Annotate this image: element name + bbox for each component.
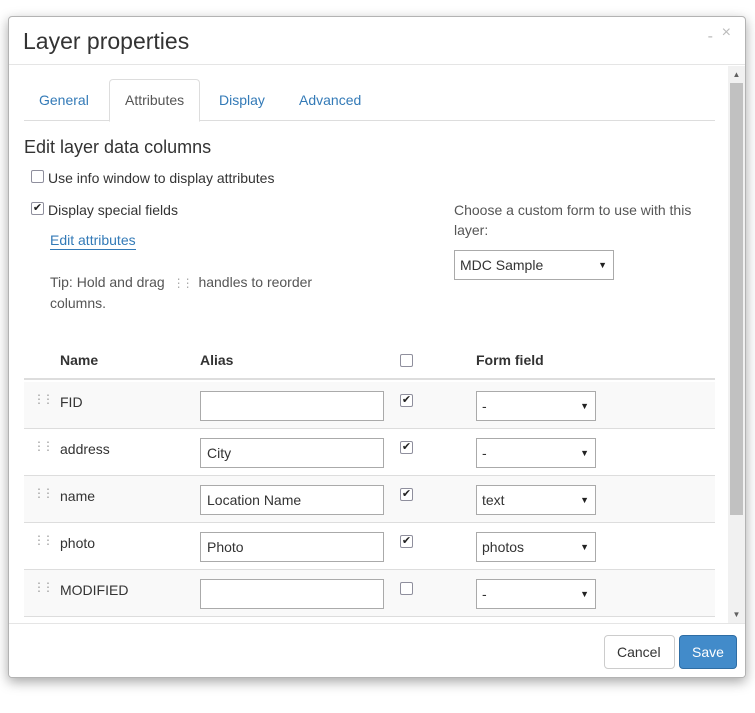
chevron-down-icon: ▼	[580, 401, 589, 411]
form-field-value: -	[482, 398, 487, 414]
custom-form-select[interactable]: MDC Sample ▼	[454, 250, 614, 280]
tab-bar: General Attributes Display Advanced	[24, 79, 715, 122]
drag-handle-icon[interactable]: ⋮⋮	[33, 487, 54, 499]
edit-attributes-link[interactable]: Edit attributes	[50, 232, 136, 250]
tab-attributes[interactable]: Attributes	[109, 79, 201, 122]
table-header: Name Alias Form field	[24, 340, 715, 380]
display-special-fields-checkbox[interactable]: ✔	[31, 202, 44, 215]
chevron-down-icon: ▼	[580, 495, 589, 505]
use-info-window-checkbox[interactable]	[31, 170, 44, 183]
drag-handle-icon[interactable]: ⋮⋮	[33, 581, 54, 593]
dialog-footer: Cancel Save	[9, 623, 745, 677]
drag-handle-icon[interactable]: ⋮⋮	[33, 440, 54, 452]
form-field-select[interactable]: - ▼	[476, 438, 596, 468]
column-header-alias: Alias	[200, 352, 234, 368]
tab-advanced[interactable]: Advanced	[284, 79, 376, 121]
table-row: ⋮⋮ address City ✔ - ▼	[24, 429, 715, 476]
reorder-tip: Tip: Hold and drag ⋮⋮ handles to reorder…	[50, 272, 320, 313]
scrollbar-thumb[interactable]	[730, 83, 743, 515]
layer-properties-dialog: Layer properties - × General Attributes …	[8, 16, 746, 678]
column-header-form-field: Form field	[476, 352, 544, 368]
field-name: name	[60, 488, 96, 504]
vertical-scrollbar[interactable]: ▲ ▼	[728, 66, 745, 623]
field-name: MODIFIED	[60, 582, 129, 598]
field-visible-checkbox[interactable]: ✔	[400, 488, 413, 501]
drag-handle-icon[interactable]: ⋮⋮	[33, 534, 54, 546]
form-field-value: -	[482, 445, 487, 461]
alias-input[interactable]	[200, 391, 384, 421]
tip-text-start: Tip: Hold and drag	[50, 274, 165, 290]
alias-input[interactable]	[200, 579, 384, 609]
save-button[interactable]: Save	[679, 635, 737, 669]
select-all-checkbox[interactable]	[400, 354, 413, 367]
tab-general[interactable]: General	[24, 79, 104, 121]
field-name: photo	[60, 535, 96, 551]
form-field-select[interactable]: text ▼	[476, 485, 596, 515]
drag-handle-icon[interactable]: ⋮⋮	[33, 393, 54, 405]
chevron-down-icon: ▼	[580, 542, 589, 552]
chevron-down-icon: ▼	[580, 589, 589, 599]
chevron-down-icon: ▼	[598, 260, 607, 270]
form-field-select[interactable]: - ▼	[476, 579, 596, 609]
use-info-window-label: Use info window to display attributes	[48, 170, 275, 186]
field-visible-checkbox[interactable]: ✔	[400, 535, 413, 548]
table-row: ⋮⋮ photo Photo ✔ photos ▼	[24, 523, 715, 570]
table-row: ⋮⋮ name Location Name ✔ text ▼	[24, 476, 715, 523]
field-visible-checkbox[interactable]: ✔	[400, 441, 413, 454]
dialog-title: Layer properties	[23, 28, 190, 54]
field-visible-checkbox[interactable]	[400, 582, 413, 595]
form-field-value: photos	[482, 539, 525, 555]
scroll-down-icon[interactable]: ▼	[728, 606, 745, 623]
form-field-select[interactable]: photos ▼	[476, 532, 596, 562]
dialog-titlebar: Layer properties - ×	[9, 17, 745, 65]
cancel-button[interactable]: Cancel	[604, 635, 675, 669]
custom-form-label: Choose a custom form to use with this la…	[454, 202, 692, 238]
alias-input[interactable]: City	[200, 438, 384, 468]
column-header-name: Name	[60, 352, 99, 368]
custom-form-select-value: MDC Sample	[460, 257, 544, 273]
chevron-down-icon: ▼	[580, 448, 589, 458]
field-name: FID	[60, 394, 83, 410]
section-title: Edit layer data columns	[24, 137, 212, 157]
field-visible-checkbox[interactable]: ✔	[400, 394, 413, 407]
table-row: ⋮⋮ MODIFIED - ▼	[24, 570, 715, 617]
form-field-value: -	[482, 586, 487, 602]
minimize-icon[interactable]: -	[708, 29, 713, 45]
drag-handle-icon: ⋮⋮	[172, 276, 194, 290]
tab-display[interactable]: Display	[204, 79, 280, 121]
scroll-up-icon[interactable]: ▲	[728, 66, 745, 83]
form-field-select[interactable]: - ▼	[476, 391, 596, 421]
display-special-fields-label: Display special fields	[48, 202, 178, 218]
table-row: ⋮⋮ FID ✔ - ▼	[24, 382, 715, 429]
alias-input[interactable]: Photo	[200, 532, 384, 562]
dialog-body: General Attributes Display Advanced Edit…	[9, 66, 745, 623]
close-icon[interactable]: ×	[722, 25, 731, 41]
alias-input[interactable]: Location Name	[200, 485, 384, 515]
field-name: address	[60, 441, 110, 457]
form-field-value: text	[482, 492, 505, 508]
